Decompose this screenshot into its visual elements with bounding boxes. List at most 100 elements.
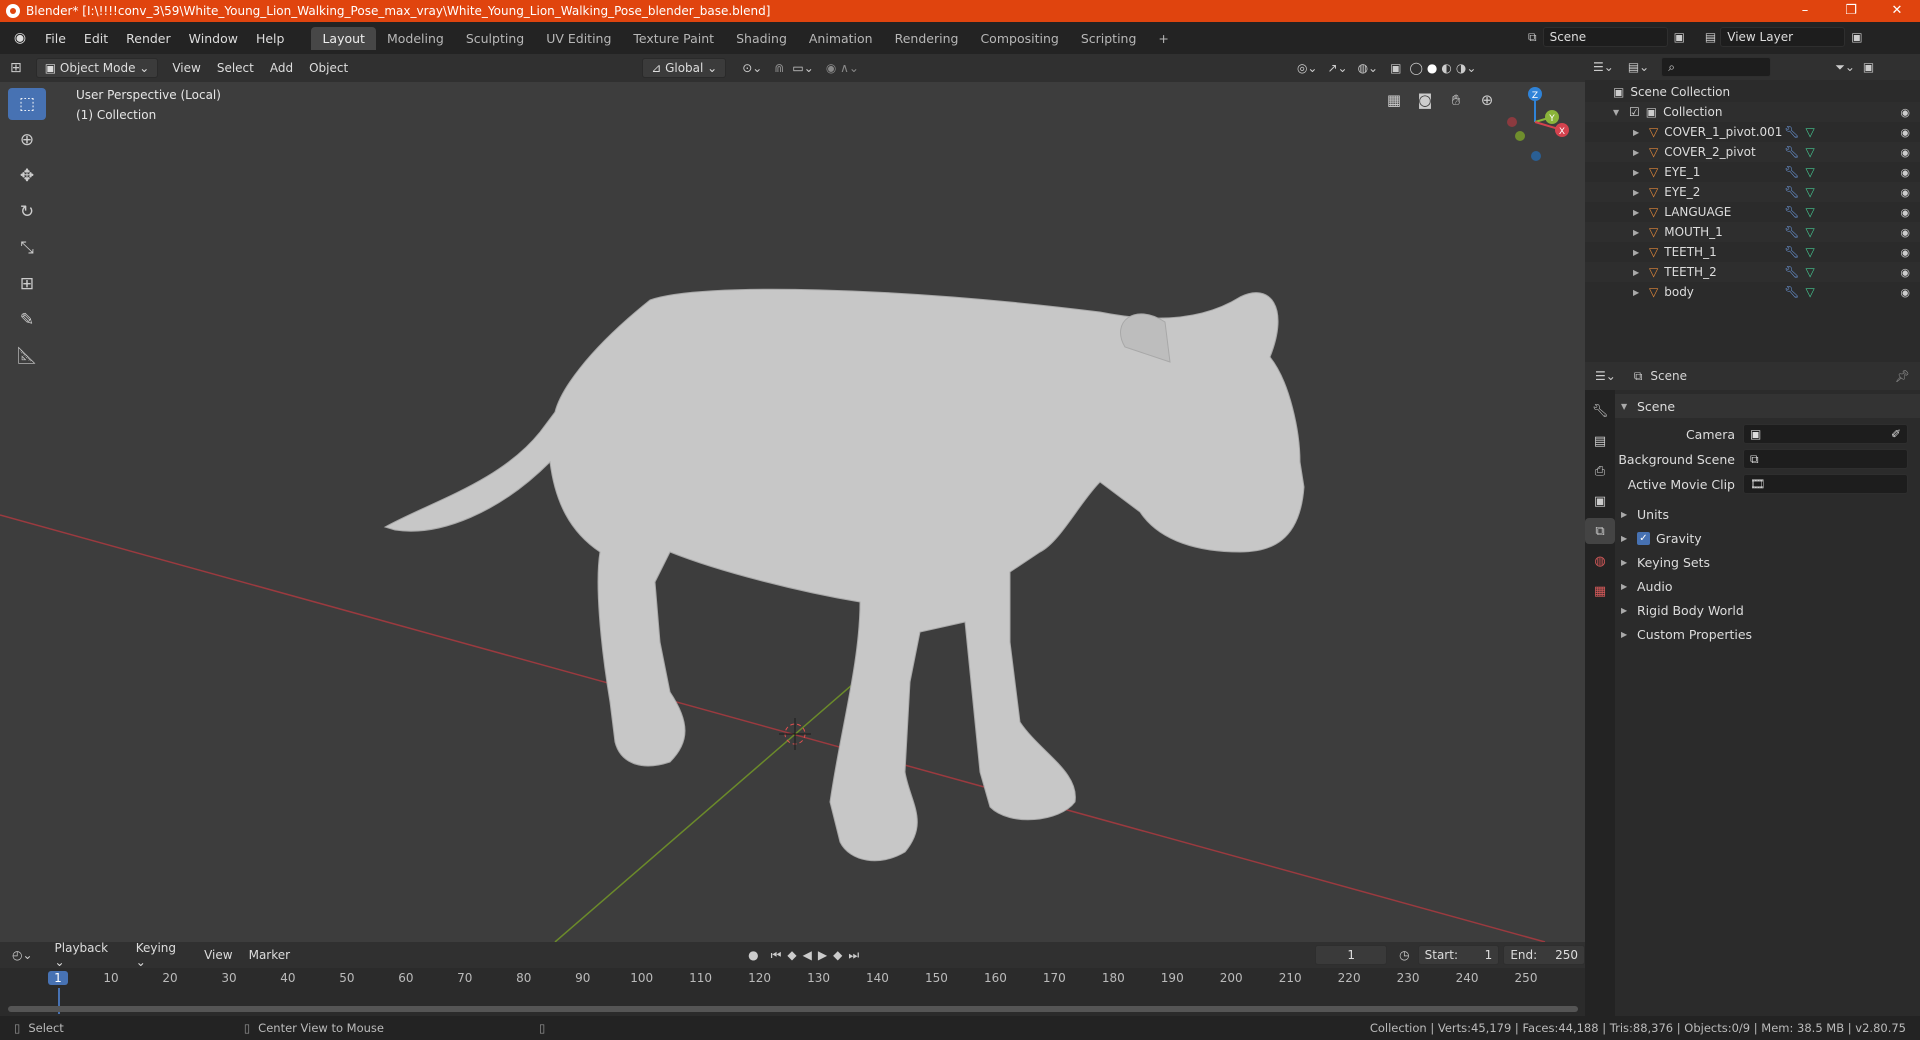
output-props-icon[interactable]: ⎙ [1585,458,1615,484]
mesh-data-icon[interactable]: ▽ [1805,245,1814,259]
filter-icon[interactable]: ⏷⌄ [1835,60,1855,75]
scene-field[interactable]: Scene [1542,27,1668,47]
eye-icon[interactable]: ◉ [1900,106,1910,119]
audio-panel[interactable]: ▶ Audio [1615,574,1920,598]
outliner-item[interactable]: ▶ ▽ LANGUAGE 🔧︎ ▽ ◉ [1585,202,1920,222]
move-tool-icon[interactable]: ✥ [8,160,46,192]
solid-shading-icon[interactable]: ● [1427,61,1437,75]
view-layer-props-icon[interactable]: ▣ [1585,488,1615,514]
modifier-icon[interactable]: 🔧︎ [1784,125,1799,139]
expand-arrow-icon[interactable]: ▼ [1613,108,1621,117]
grid-view-icon[interactable]: ▦ [1380,86,1408,114]
expand-arrow-icon[interactable]: ▶ [1633,128,1641,137]
rigid-body-panel[interactable]: ▶ Rigid Body World [1615,598,1920,622]
tab-shading[interactable]: Shading [725,27,798,50]
play-reverse-icon[interactable]: ◀ [803,948,812,962]
select-box-icon[interactable]: ⬚ [8,88,46,120]
menu-select[interactable]: Select [209,61,262,75]
record-icon[interactable]: ● [748,948,758,962]
eye-icon[interactable]: ◉ [1900,206,1910,219]
current-frame-field[interactable]: 1 [1315,945,1388,965]
minimize-button[interactable]: – [1782,0,1828,22]
snap-target-icon[interactable]: ▭⌄ [792,61,813,75]
outliner-item[interactable]: ▶ ▽ body 🔧︎ ▽ ◉ [1585,282,1920,302]
expand-arrow-icon[interactable]: ▶ [1633,228,1641,237]
navigation-gizmo[interactable]: Z Y X [1490,82,1585,172]
menu-keying[interactable]: Keying ⌄ [128,941,196,969]
eye-icon[interactable]: ◉ [1900,186,1910,199]
menu-add[interactable]: Add [262,61,301,75]
outliner-item[interactable]: ▶ ▽ MOUTH_1 🔧︎ ▽ ◉ [1585,222,1920,242]
collection-checkbox[interactable]: ☑ [1629,105,1640,119]
view-layer-field[interactable]: View Layer [1720,27,1846,47]
modifier-icon[interactable]: 🔧︎ [1784,265,1799,279]
mesh-data-icon[interactable]: ▽ [1805,265,1814,279]
custom-properties-panel[interactable]: ▶ Custom Properties [1615,622,1920,646]
mesh-data-icon[interactable]: ▽ [1805,285,1814,299]
tab-scripting[interactable]: Scripting [1070,27,1148,50]
tab-texture-paint[interactable]: Texture Paint [622,27,725,50]
tab-sculpting[interactable]: Sculpting [455,27,535,50]
new-collection-icon[interactable]: ▣ [1863,60,1874,74]
mesh-data-icon[interactable]: ▽ [1805,225,1814,239]
units-panel[interactable]: ▶ Units [1615,502,1920,526]
xray-icon[interactable]: ▣ [1390,61,1401,75]
eye-icon[interactable]: ◉ [1900,166,1910,179]
modifier-icon[interactable]: 🔧︎ [1784,165,1799,179]
outliner-item[interactable]: ▶ ▽ COVER_2_pivot 🔧︎ ▽ ◉ [1585,142,1920,162]
menu-view[interactable]: View [164,61,208,75]
editor-type-icon[interactable]: ⊞ [10,60,22,76]
visibility-icon[interactable]: ◎⌄ [1297,61,1318,75]
menu-render[interactable]: Render [117,31,180,46]
tab-rendering[interactable]: Rendering [884,27,970,50]
mesh-data-icon[interactable]: ▽ [1805,185,1814,199]
end-frame-field[interactable]: End: 250 [1503,945,1585,965]
jump-start-icon[interactable]: ⏮ [771,948,782,963]
menu-timeline-view[interactable]: View [196,948,240,962]
stopwatch-icon[interactable]: ◷ [1399,948,1409,962]
maximize-button[interactable]: ❐ [1828,0,1874,22]
eyedropper-icon[interactable]: ✐ [1891,425,1901,443]
mesh-data-icon[interactable]: ▽ [1805,205,1814,219]
3d-viewport[interactable]: ⬚ ⊕ ✥ ↻ ⤡ ⊞ ✎ 📐︎ User Perspective (Local… [0,82,1585,942]
add-workspace-button[interactable]: + [1147,27,1179,50]
world-props-icon[interactable]: ◍ [1585,548,1615,574]
rotate-tool-icon[interactable]: ↻ [8,196,46,228]
mode-dropdown[interactable]: ▣ Object Mode ⌄ [35,58,159,78]
camera-field[interactable]: ▣ ✐ [1743,424,1908,444]
modifier-icon[interactable]: 🔧︎ [1784,145,1799,159]
pan-hand-icon[interactable]: ✋︎ [1442,86,1470,114]
eye-icon[interactable]: ◉ [1900,266,1910,279]
expand-arrow-icon[interactable]: ▶ [1633,188,1641,197]
eye-icon[interactable]: ◉ [1900,286,1910,299]
measure-tool-icon[interactable]: 📐︎ [8,340,46,372]
movie-clip-field[interactable]: 🎞︎ [1743,474,1908,494]
timeline-scrollbar[interactable] [8,1006,1578,1012]
snap-icon[interactable]: ⋒ [774,61,784,75]
tab-animation[interactable]: Animation [798,27,884,50]
tab-compositing[interactable]: Compositing [969,27,1069,50]
transform-tool-icon[interactable]: ⊞ [8,268,46,300]
expand-arrow-icon[interactable]: ▶ [1633,288,1641,297]
expand-arrow-icon[interactable]: ▶ [1633,248,1641,257]
gravity-checkbox[interactable]: ✓ [1637,531,1650,545]
mesh-data-icon[interactable]: ▽ [1805,165,1814,179]
outliner-item[interactable]: ▶ ▽ EYE_2 🔧︎ ▽ ◉ [1585,182,1920,202]
prev-key-icon[interactable]: ◆ [787,948,796,962]
scale-tool-icon[interactable]: ⤡ [8,232,46,264]
rendered-shading-icon[interactable]: ◑⌄ [1456,61,1477,75]
properties-editor-icon[interactable]: ☰⌄ [1595,369,1616,383]
tab-modeling[interactable]: Modeling [376,27,455,50]
tab-uv-editing[interactable]: UV Editing [535,27,622,50]
modifier-icon[interactable]: 🔧︎ [1784,205,1799,219]
wireframe-shading-icon[interactable]: ◯ [1409,61,1422,75]
tool-props-icon[interactable]: 🔧︎ [1585,398,1615,424]
menu-object[interactable]: Object [301,61,356,75]
menu-edit[interactable]: Edit [75,31,117,46]
gizmo-toggle-icon[interactable]: ↗⌄ [1327,61,1347,75]
annotate-tool-icon[interactable]: ✎ [8,304,46,336]
new-scene-icon[interactable]: ▣ [1674,30,1685,44]
proportional-edit-icon[interactable]: ◉ ∧⌄ [826,61,859,75]
modifier-icon[interactable]: 🔧︎ [1784,285,1799,299]
blender-menu-icon[interactable]: ◉ [10,28,30,48]
